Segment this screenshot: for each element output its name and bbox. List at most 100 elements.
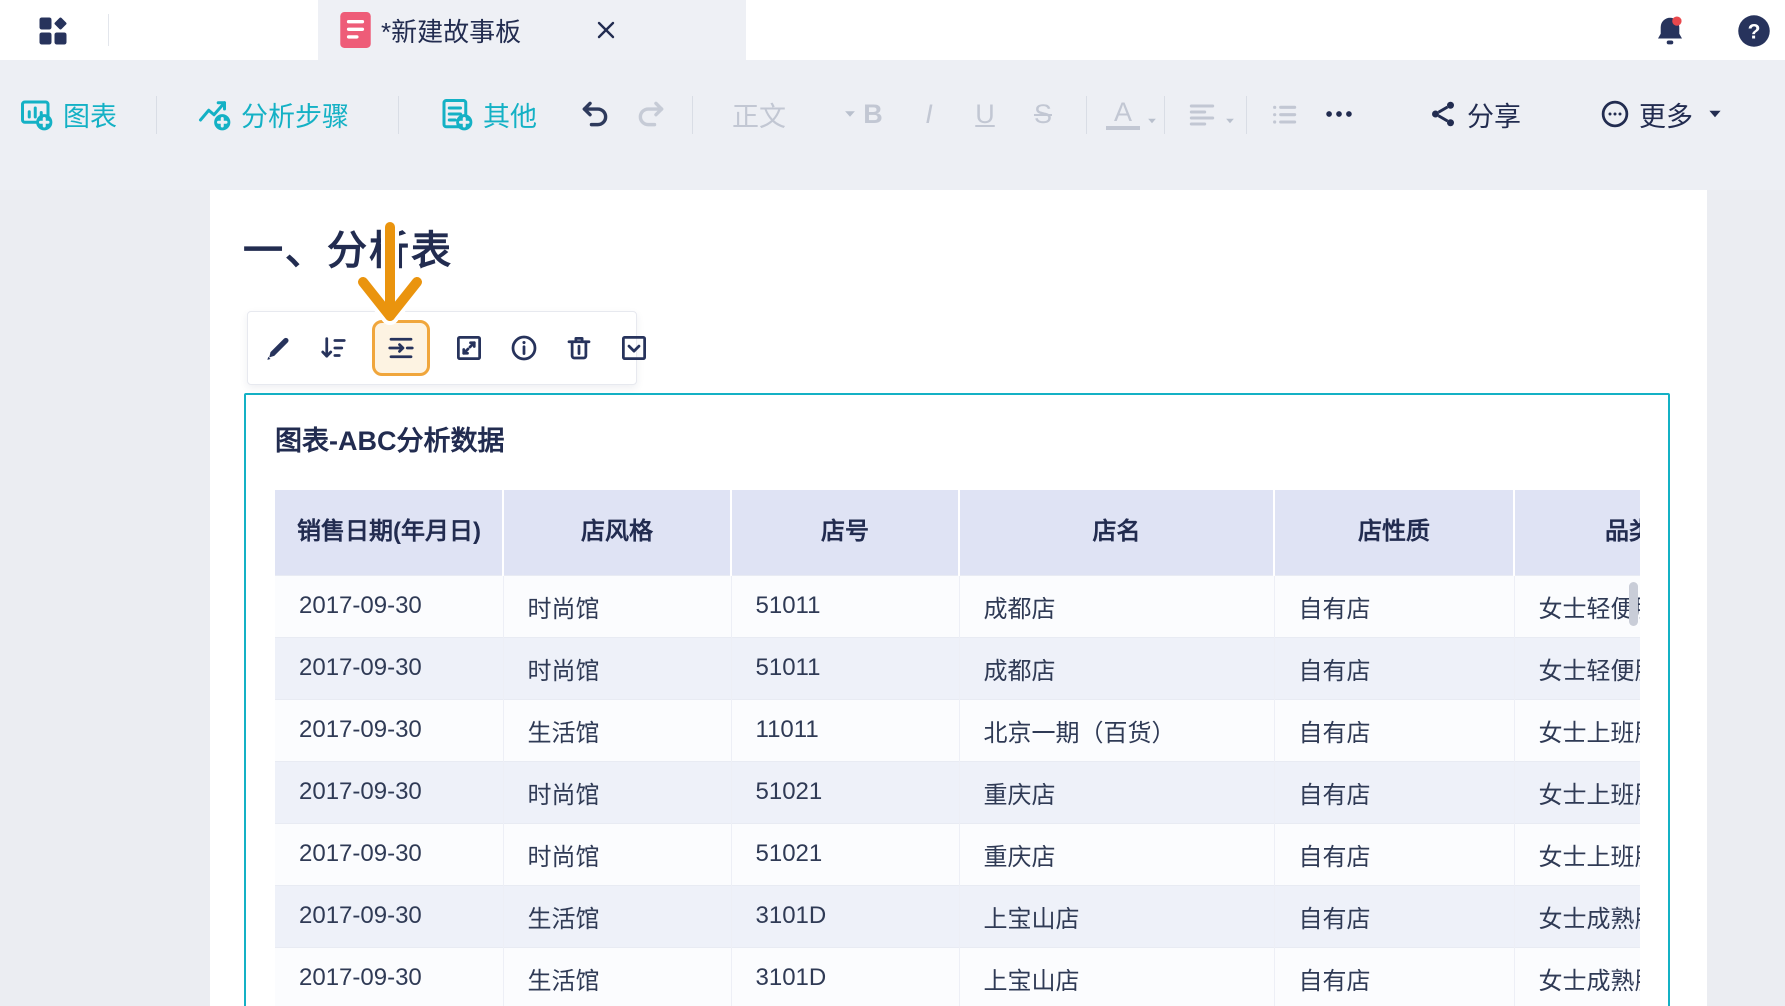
table-row: 2017-09-30生活馆3101D上宝山店自有店女士成熟服 [275,946,1640,1006]
table-cell: 时尚馆 [503,760,732,823]
fullscreen-icon[interactable] [453,332,485,364]
data-table: 销售日期(年月日)店风格店号店名店性质品类 2017-09-30时尚馆51011… [275,490,1640,1006]
list-button[interactable] [1268,86,1300,142]
chart-add-icon [21,100,53,131]
add-chart-button[interactable]: 图表 [18,86,117,142]
table-cell: 女士上班服 [1514,822,1640,885]
column-header: 店性质 [1274,490,1515,575]
undo-button[interactable] [578,86,612,142]
column-header: 销售日期(年月日) [275,490,504,575]
sort-descending-icon[interactable] [317,332,349,364]
table-cell: 51021 [731,760,960,823]
table-cell: 成都店 [959,636,1275,699]
paragraph-style-label: 正文 [732,101,786,132]
table-cell: 北京一期（百货） [959,698,1275,761]
table-cell: 2017-09-30 [275,574,504,637]
bold-button[interactable]: B [856,86,890,142]
italic-button[interactable]: I [912,86,946,142]
font-color-button[interactable]: A [1106,86,1159,142]
chevron-down-icon [1226,118,1234,124]
analysis-steps-icon [199,101,231,131]
table-cell: 自有店 [1274,574,1515,637]
table-cell: 2017-09-30 [275,884,504,947]
table-body: 2017-09-30时尚馆51011成都店自有店女士轻便服2017-09-30时… [275,574,1640,1006]
table-cell: 自有店 [1274,822,1515,885]
font-color-label: A [1106,98,1140,131]
edit-icon[interactable] [262,332,294,364]
chart-card[interactable]: 图表-ABC分析数据 销售日期(年月日)店风格店号店名店性质品类 2017-09… [244,393,1670,1006]
align-button[interactable] [1186,86,1237,142]
app-logo[interactable] [35,13,71,49]
move-to-step-icon[interactable] [372,320,430,376]
table-cell: 生活馆 [503,946,732,1006]
add-other-label: 其他 [483,101,537,132]
analysis-steps-button[interactable]: 分析步骤 [196,86,349,142]
help-icon[interactable]: ? [1736,13,1772,49]
table-cell: 时尚馆 [503,574,732,637]
underline-button[interactable]: U [968,86,1002,142]
paragraph-style-select[interactable]: 正文 [732,86,857,142]
strikethrough-button[interactable]: S [1026,86,1060,142]
table-cell: 3101D [731,946,960,1006]
circle-ellipsis-icon [1601,100,1629,128]
table-cell: 生活馆 [503,698,732,761]
info-icon[interactable] [508,332,540,364]
bold-label: B [863,98,883,129]
format-toolbar: 图表 分析步骤 其他 正文 B I U S A 分享 更多 [0,60,1785,190]
tab-close-icon[interactable] [591,15,621,45]
table-cell: 自有店 [1274,884,1515,947]
table-cell: 时尚馆 [503,822,732,885]
widget-toolbar [247,311,646,385]
storyboard-tab[interactable]: *新建故事板 [318,0,746,60]
table-cell: 自有店 [1274,636,1515,699]
table-cell: 女士轻便服 [1514,636,1640,699]
align-icon [1189,104,1215,126]
share-icon [1432,101,1454,127]
tab-title: *新建故事板 [381,16,522,47]
more-button[interactable]: 更多 [1600,86,1722,142]
add-chart-label: 图表 [63,101,117,132]
table-cell: 2017-09-30 [275,760,504,823]
redo-icon [638,101,664,127]
table-cell: 51011 [731,636,960,699]
strikethrough-label: S [1033,98,1052,129]
share-label: 分享 [1467,101,1521,132]
table-cell: 上宝山店 [959,946,1275,1006]
toolbar-divider [156,96,157,134]
section-heading[interactable]: 一、分析表 [243,218,453,276]
table-cell: 11011 [731,698,960,761]
table-cell: 51021 [731,822,960,885]
column-header: 店名 [959,490,1275,575]
table-cell: 2017-09-30 [275,698,504,761]
more-label: 更多 [1639,101,1693,132]
other-add-icon [442,99,473,131]
column-header: 店号 [731,490,960,575]
collapse-icon[interactable] [618,332,650,364]
table-cell: 2017-09-30 [275,636,504,699]
table-row: 2017-09-30生活馆3101D上宝山店自有店女士成熟服 [275,884,1640,947]
ellipsis-icon [1326,111,1352,117]
table-row: 2017-09-30时尚馆51021重庆店自有店女士上班服 [275,760,1640,823]
table-cell: 3101D [731,884,960,947]
more-formats-button[interactable] [1322,86,1356,142]
table-cell: 女士上班服 [1514,698,1640,761]
table-cell: 成都店 [959,574,1275,637]
notification-bell-icon[interactable] [1652,13,1688,49]
top-bar: *新建故事板 ? [0,0,1785,60]
table-scrollbar-thumb[interactable] [1629,582,1638,626]
topbar-divider [108,14,109,46]
delete-icon[interactable] [563,332,595,364]
table-cell: 女士上班服 [1514,760,1640,823]
table-cell: 上宝山店 [959,884,1275,947]
table-cell: 重庆店 [959,760,1275,823]
underline-label: U [975,98,995,129]
table-cell: 女士轻便服 [1514,574,1640,637]
column-header: 品类 [1514,490,1640,575]
table-cell: 自有店 [1274,698,1515,761]
table-cell: 自有店 [1274,946,1515,1006]
share-button[interactable]: 分享 [1428,86,1521,142]
table-row: 2017-09-30时尚馆51011成都店自有店女士轻便服 [275,636,1640,699]
redo-button[interactable] [634,86,668,142]
toolbar-divider [692,96,693,134]
add-other-button[interactable]: 其他 [438,86,537,142]
